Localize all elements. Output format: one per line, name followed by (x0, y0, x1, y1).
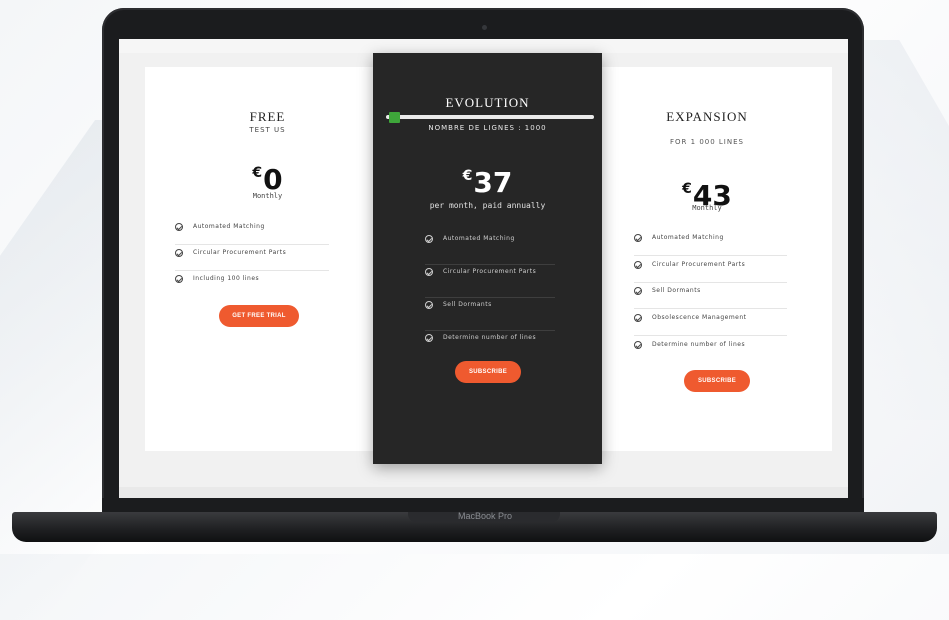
feature-label: Circular Procurement Parts (193, 249, 287, 256)
feature-item: Automated Matching (425, 231, 555, 265)
feature-item: Determine number of lines (634, 337, 787, 363)
feature-label: Sell Dormants (652, 287, 701, 294)
feature-label: Automated Matching (193, 223, 265, 230)
subscribe-button[interactable]: SUBSCRIBE (455, 361, 521, 383)
subscribe-button[interactable]: SUBSCRIBE (684, 370, 750, 392)
lines-slider-thumb[interactable] (388, 112, 400, 123)
feature-label: Automated Matching (443, 235, 515, 242)
page-footer (119, 487, 848, 498)
feature-label: Automated Matching (652, 234, 724, 241)
menu-bar (119, 39, 848, 54)
plan-card-expansion: EXPANSION FOR 1 000 LINES €43 Monthly Au… (582, 67, 832, 451)
feature-label: Circular Procurement Parts (443, 268, 537, 275)
plan-price: €37 (373, 166, 602, 199)
check-circle-icon (634, 287, 642, 295)
laptop-brand-label: MacBook Pro (457, 511, 513, 521)
feature-item: Determine number of lines (425, 330, 555, 364)
feature-label: Sell Dormants (443, 301, 492, 308)
feature-item: Circular Procurement Parts (634, 257, 787, 283)
plan-subtitle: FOR 1 000 LINES (670, 138, 744, 146)
feature-item: Obsolescence Management (634, 310, 787, 336)
feature-label: Determine number of lines (443, 334, 537, 341)
currency-symbol: € (462, 168, 473, 184)
feature-label: Including 100 lines (193, 275, 260, 282)
feature-label: Obsolescence Management (652, 314, 747, 321)
plan-title: EVOLUTION (445, 95, 530, 110)
check-circle-icon (175, 223, 183, 231)
plan-period: per month, paid annually (429, 201, 546, 210)
feature-item: Circular Procurement Parts (425, 264, 555, 298)
check-circle-icon (425, 268, 433, 276)
plan-subtitle: TEST US (249, 126, 286, 134)
check-circle-icon (425, 334, 433, 342)
lines-slider-track[interactable] (386, 115, 594, 119)
plan-title: EXPANSION (666, 109, 748, 124)
feature-item: Circular Procurement Parts (175, 245, 329, 271)
check-circle-icon (175, 275, 183, 283)
feature-item: Including 100 lines (175, 271, 329, 297)
plan-card-free: FREE TEST US €0 Monthly Automated Matchi… (145, 67, 390, 451)
check-circle-icon (634, 314, 642, 322)
check-circle-icon (425, 301, 433, 309)
check-circle-icon (634, 234, 642, 242)
check-circle-icon (634, 341, 642, 349)
plan-title: FREE (249, 109, 286, 124)
feature-item: Automated Matching (634, 230, 787, 256)
check-circle-icon (634, 261, 642, 269)
currency-symbol: € (682, 181, 692, 197)
check-circle-icon (425, 235, 433, 243)
slider-label: NOMBRE DE LIGNES : 1000 (428, 124, 547, 132)
feature-label: Circular Procurement Parts (652, 261, 746, 268)
camera-icon (482, 25, 487, 30)
get-free-trial-button[interactable]: GET FREE TRIAL (219, 305, 299, 327)
feature-item: Sell Dormants (425, 297, 555, 331)
feature-item: Automated Matching (175, 219, 329, 245)
check-circle-icon (175, 249, 183, 257)
feature-label: Determine number of lines (652, 341, 746, 348)
plan-period: Monthly (252, 192, 283, 200)
price-value: 37 (473, 166, 513, 199)
currency-symbol: € (252, 165, 263, 181)
plan-period: Monthly (692, 204, 722, 212)
feature-item: Sell Dormants (634, 283, 787, 309)
